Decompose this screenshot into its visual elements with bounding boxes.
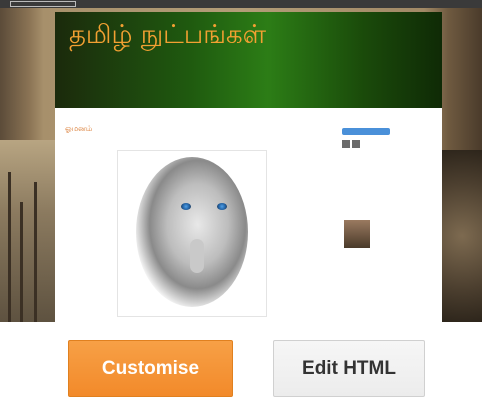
blog-header: தமிழ் நுட்பங்கள் xyxy=(55,12,442,108)
post-title: ஓமனம் xyxy=(65,124,93,133)
background-carving-image xyxy=(442,150,482,322)
follower-thumb xyxy=(342,140,350,148)
blog-sidebar xyxy=(332,108,442,322)
child-finger xyxy=(190,239,204,273)
customise-button[interactable]: Customise xyxy=(68,340,233,397)
preview-navbar xyxy=(0,0,482,8)
blog-title: தமிழ் நுட்பங்கள் xyxy=(69,20,267,50)
profile-avatar xyxy=(344,220,370,248)
navbar-search-box xyxy=(10,1,76,7)
follower-thumb xyxy=(352,140,360,148)
blog-page: தமிழ் நுட்பங்கள் ஓமனம் xyxy=(55,12,442,322)
blog-template-preview: தமிழ் நுட்பங்கள் ஓமனம் xyxy=(0,0,482,322)
blog-main-area: ஓமனம் xyxy=(55,108,442,322)
follow-button xyxy=(342,128,390,135)
child-eye-left xyxy=(181,203,191,210)
post-image-child xyxy=(117,150,267,317)
child-face xyxy=(136,157,248,307)
child-eye-right xyxy=(217,203,227,210)
theme-actions: Customise Edit HTML xyxy=(0,322,482,403)
background-pier-image xyxy=(0,140,55,322)
edit-html-button[interactable]: Edit HTML xyxy=(273,340,425,397)
